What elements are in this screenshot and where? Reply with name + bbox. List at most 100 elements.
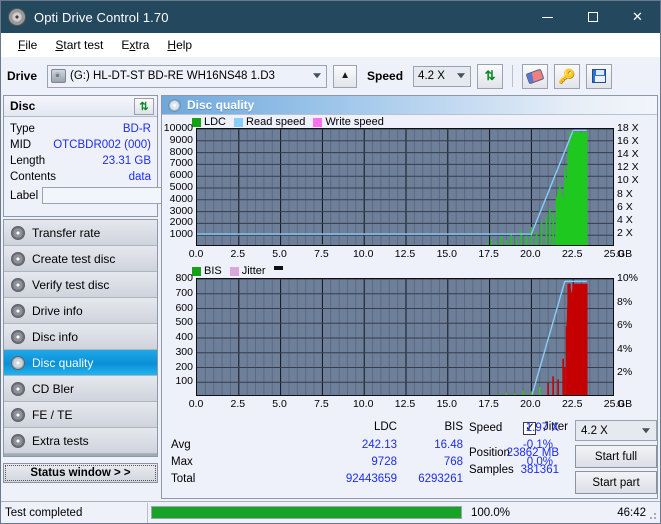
maximize-icon bbox=[587, 12, 598, 22]
bis-xtick: 12.5 bbox=[394, 398, 416, 410]
bis-xtick: 5.0 bbox=[272, 398, 287, 410]
disc-mid-label: MID bbox=[10, 139, 32, 151]
bis-chart: BIS Jitter 100 200 300 400 500 600 700 800 2% 4%… bbox=[162, 265, 659, 410]
bis-xtick: 2.5 bbox=[230, 398, 246, 410]
legend-label-jitter: Jitter bbox=[241, 265, 266, 277]
start-part-button[interactable]: Start part bbox=[575, 471, 657, 494]
bis-ytick: 800 bbox=[175, 272, 193, 284]
speed-select-value: 4.2 X bbox=[418, 70, 445, 82]
drive-select[interactable]: (G:) HL-DT-ST BD-RE WH16NS48 1.D3 bbox=[47, 64, 328, 88]
eject-icon: ▲ bbox=[340, 70, 350, 81]
bis-y2tick: 10% bbox=[617, 272, 639, 284]
bis-y2tick: 6% bbox=[617, 319, 633, 332]
bis-ytick: 200 bbox=[175, 360, 193, 373]
start-full-button[interactable]: Start full bbox=[575, 445, 657, 468]
progress-bar-fill bbox=[152, 507, 461, 518]
disc-row-length: Length 23.31 GB bbox=[10, 153, 151, 169]
sidebar-item-verify-test-disc[interactable]: Verify test disc bbox=[4, 272, 157, 298]
refresh-icon: ⇅ bbox=[139, 100, 149, 113]
stats-row-label-total: Total bbox=[171, 473, 196, 485]
bis-ytick: 500 bbox=[175, 316, 193, 329]
save-icon bbox=[592, 69, 607, 83]
sidebar-item-label: Disc quality bbox=[32, 355, 94, 370]
disc-panel-header: Disc ⇅ bbox=[4, 96, 157, 117]
save-button[interactable] bbox=[586, 63, 613, 89]
disc-icon bbox=[11, 355, 25, 370]
menu-extra[interactable]: Extra bbox=[112, 36, 158, 54]
sidebar-item-label: Disc info bbox=[32, 329, 79, 344]
disc-rows: Type BD-R MID OTCBDR002 (000) Length 23.… bbox=[4, 117, 243, 204]
stats-header-ldc: LDC bbox=[373, 421, 397, 433]
ldc-chart-legend: LDC Read speed Write speed bbox=[192, 116, 389, 128]
keys-button[interactable]: 🔑 bbox=[554, 63, 581, 89]
drive-select-value: (G:) HL-DT-ST BD-RE WH16NS48 1.D3 bbox=[70, 70, 275, 82]
menu-start-test[interactable]: Start test bbox=[46, 36, 112, 54]
stats-bis-avg: 16.48 bbox=[434, 439, 463, 451]
bis-chart-legend: BIS Jitter bbox=[192, 265, 283, 277]
nav-list: Transfer rate Create test disc Verify te… bbox=[3, 219, 158, 457]
disc-row-type: Type BD-R bbox=[10, 121, 151, 137]
disc-icon bbox=[11, 433, 25, 448]
bis-xtick: 0.0 bbox=[188, 398, 204, 410]
toolbar: Drive (G:) HL-DT-ST BD-RE WH16NS48 1.D3 … bbox=[1, 57, 660, 95]
ldc-y2tick: 16 X bbox=[617, 135, 639, 148]
stats-panel: LDC BIS Jitter Avg 242.13 16.48 -0.1% Ma… bbox=[163, 417, 657, 497]
sidebar-item-drive-info[interactable]: Drive info bbox=[4, 298, 157, 324]
ldc-y2tick: 8 X bbox=[617, 187, 633, 200]
bis-y2tick: 2% bbox=[617, 366, 633, 379]
eraser-icon bbox=[525, 68, 545, 84]
disc-refresh-button[interactable]: ⇅ bbox=[134, 97, 154, 115]
speed-select[interactable]: 4.2 X bbox=[413, 65, 472, 87]
disc-type-value: BD-R bbox=[122, 123, 151, 135]
main-panel-header: Disc quality bbox=[162, 96, 657, 115]
ldc-y2tick: 6 X bbox=[617, 200, 633, 213]
ldc-xtick: 15.0 bbox=[436, 248, 458, 260]
stats-samples-value: 381361 bbox=[520, 464, 559, 476]
menu-help[interactable]: Help bbox=[158, 36, 201, 54]
status-window-button[interactable]: Status window > > bbox=[3, 463, 158, 483]
refresh-button[interactable]: ⇅ bbox=[477, 63, 504, 89]
menu-bar: FFileile Start test Extra Help bbox=[1, 33, 660, 57]
legend-swatch-read-speed bbox=[234, 117, 244, 127]
title-bar: Opti Drive Control 1.70 ✕ bbox=[1, 1, 660, 33]
chevron-down-icon bbox=[642, 427, 650, 433]
legend-label-ldc: LDC bbox=[204, 116, 227, 128]
test-speed-select[interactable]: 4.2 X bbox=[575, 420, 657, 441]
sidebar-item-fe-te[interactable]: FE / TE bbox=[4, 402, 157, 428]
resize-grip[interactable] bbox=[646, 509, 658, 521]
stats-speed-value: 1.97 X bbox=[525, 422, 559, 434]
sidebar-item-create-test-disc[interactable]: Create test disc bbox=[4, 246, 157, 272]
stats-ldc-max: 9728 bbox=[371, 456, 397, 468]
disc-length-value: 23.31 GB bbox=[102, 155, 151, 167]
minimize-button[interactable] bbox=[525, 1, 570, 33]
maximize-button[interactable] bbox=[570, 1, 615, 33]
left-sidebar: Disc ⇅ Type BD-R MID OTCBDR002 (000) Len… bbox=[3, 95, 243, 499]
bis-y2tick: 4% bbox=[617, 342, 633, 355]
disc-contents-label: Contents bbox=[10, 171, 57, 183]
app-window: Opti Drive Control 1.70 ✕ FFileile Start… bbox=[0, 0, 661, 524]
sidebar-item-label: CD Bler bbox=[32, 381, 75, 396]
sidebar-item-cd-bler[interactable]: CD Bler bbox=[4, 376, 157, 402]
bis-x-unit-label: GB bbox=[617, 398, 633, 410]
bis-plot-area[interactable] bbox=[196, 278, 614, 396]
menu-file[interactable]: FFileile bbox=[9, 36, 46, 54]
ldc-plot-area[interactable] bbox=[196, 128, 614, 246]
ldc-chart: LDC Read speed Write speed 1000 2000 3000 4… bbox=[162, 115, 659, 260]
sidebar-item-disc-info[interactable]: Disc info bbox=[4, 324, 157, 350]
elapsed-time: 46:42 bbox=[617, 506, 646, 519]
bis-y2tick: 8% bbox=[617, 295, 633, 308]
eject-button[interactable]: ▲ bbox=[333, 64, 358, 88]
disc-icon bbox=[11, 329, 25, 344]
disc-label-row: Label bbox=[10, 187, 243, 204]
close-button[interactable]: ✕ bbox=[615, 1, 660, 33]
disc-icon bbox=[11, 277, 25, 292]
sidebar-item-disc-quality[interactable]: Disc quality bbox=[4, 350, 157, 376]
sidebar-item-transfer-rate[interactable]: Transfer rate bbox=[4, 220, 157, 246]
progress-bar bbox=[151, 506, 462, 519]
erase-button[interactable] bbox=[522, 63, 549, 89]
disc-icon bbox=[168, 98, 181, 112]
progress-percent: 100.0% bbox=[471, 506, 511, 519]
bis-ytick: 600 bbox=[175, 301, 193, 314]
sidebar-item-extra-tests[interactable]: Extra tests bbox=[4, 428, 157, 454]
disc-icon bbox=[11, 251, 25, 266]
